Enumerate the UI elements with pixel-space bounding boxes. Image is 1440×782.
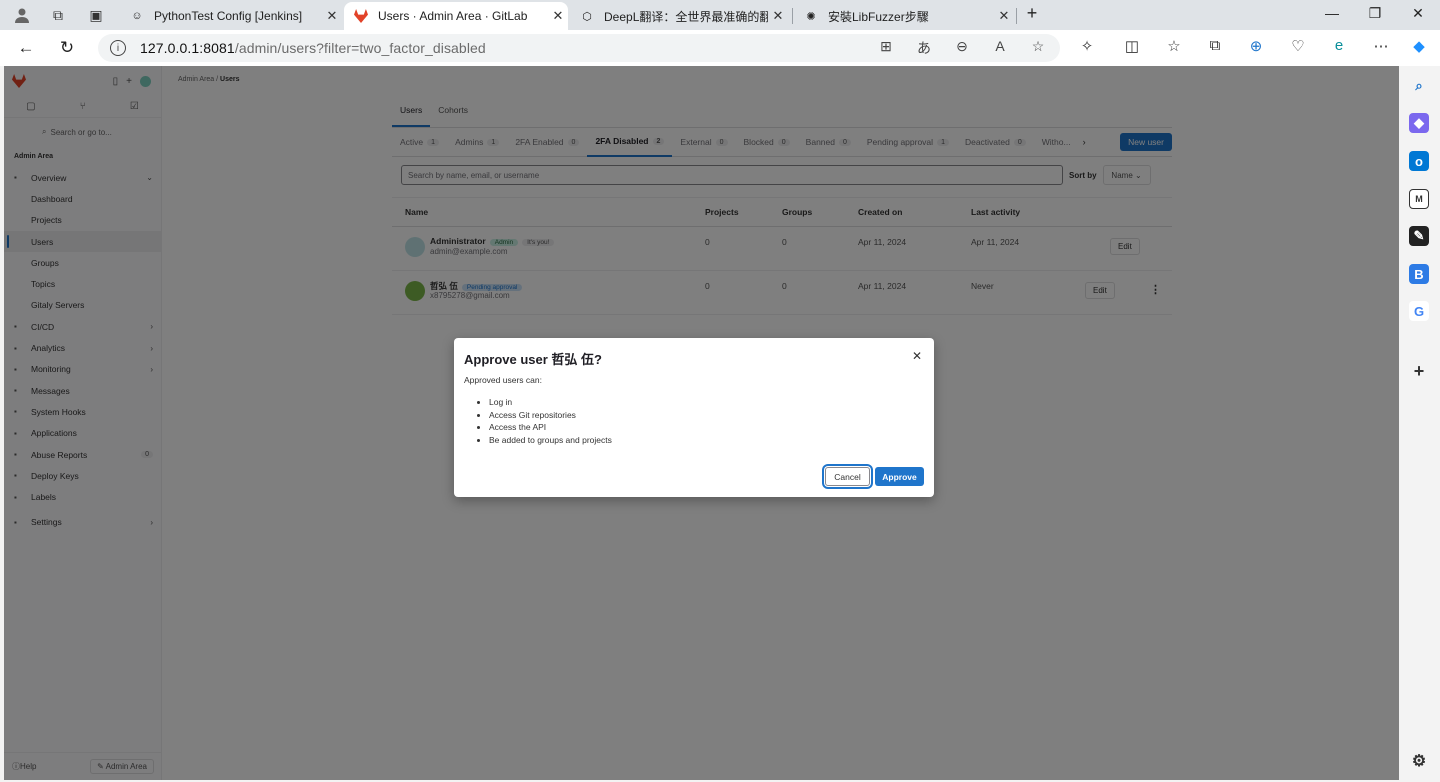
split-screen-icon[interactable]: ◫: [1121, 37, 1143, 55]
close-tab-icon[interactable]: ✕: [994, 8, 1014, 24]
chatgpt-favicon-icon: ✺: [806, 10, 816, 23]
copilot-sidebar-icon[interactable]: ◆: [1409, 113, 1429, 133]
notebook-icon[interactable]: ✎: [1409, 226, 1429, 246]
modal-intro: Approved users can:: [464, 375, 542, 385]
deepl-favicon-icon: ⬡: [582, 10, 592, 23]
close-tab-icon[interactable]: ✕: [768, 8, 788, 24]
gitlab-page: ▯ + ▢ ⑂ ☑ ⌕ Search or go to... Admin Are…: [4, 66, 1399, 780]
add-sidebar-app-icon[interactable]: +: [1409, 361, 1429, 381]
restore-icon[interactable]: ❐: [1365, 5, 1385, 22]
tab-deepl[interactable]: ⬡ DeepL翻译：全世界最准确的翻译 ✕: [570, 2, 788, 30]
tab-separator: [792, 8, 793, 24]
copilot-icon[interactable]: ◆: [1408, 37, 1430, 55]
tab-jenkins[interactable]: ☺ PythonTest Config [Jenkins] ✕: [120, 2, 342, 30]
tab-title: Users · Admin Area · GitLab: [378, 9, 528, 23]
list-item: Log in: [489, 396, 612, 409]
read-aloud-icon[interactable]: A: [990, 38, 1010, 58]
more-menu-icon[interactable]: ⋯: [1370, 37, 1392, 55]
close-window-icon[interactable]: ✕: [1408, 5, 1428, 22]
search-icon[interactable]: ⌕: [1409, 76, 1429, 96]
vertical-tabs-icon[interactable]: ▣: [86, 5, 106, 25]
downloads-icon[interactable]: ⊕: [1245, 37, 1267, 55]
outlook-icon[interactable]: o: [1409, 151, 1429, 171]
url-field[interactable]: i 127.0.0.1:8081/admin/users?filter=two_…: [98, 34, 1060, 62]
cancel-button[interactable]: Cancel: [825, 467, 870, 486]
collections-icon[interactable]: ⧉: [1204, 37, 1226, 54]
google-icon[interactable]: G: [1409, 301, 1429, 321]
browser-essentials-icon[interactable]: ♡: [1287, 37, 1309, 55]
favorite-star-icon[interactable]: ☆: [1028, 38, 1048, 58]
close-icon[interactable]: ✕: [912, 349, 922, 363]
list-item: Access Git repositories: [489, 409, 612, 422]
translate-icon[interactable]: あ: [914, 38, 934, 58]
tab-title: 安裝LibFuzzer步驟: [828, 9, 929, 24]
memory-icon[interactable]: M: [1409, 189, 1429, 209]
minimize-icon[interactable]: —: [1322, 5, 1342, 21]
gitlab-favicon-icon: [354, 9, 368, 23]
site-info-icon[interactable]: i: [110, 40, 126, 56]
refresh-icon[interactable]: ↻: [56, 37, 78, 59]
address-bar-row: ← ↻ i 127.0.0.1:8081/admin/users?filter=…: [0, 30, 1440, 66]
tab-separator: [1016, 8, 1017, 24]
tab-gitlab-users[interactable]: Users · Admin Area · GitLab ✕: [344, 2, 568, 30]
bing-icon[interactable]: B: [1409, 264, 1429, 284]
close-tab-icon[interactable]: ✕: [548, 8, 568, 24]
tab-title: DeepL翻译：全世界最准确的翻译: [604, 9, 768, 24]
edge-icon[interactable]: e: [1328, 37, 1350, 54]
approve-button[interactable]: Approve: [875, 467, 924, 486]
gear-icon[interactable]: ⚙: [1409, 751, 1429, 771]
tab-title: PythonTest Config [Jenkins]: [154, 9, 303, 23]
edge-sidebar: ⌕ ◆ o M ✎ B G + ⚙: [1399, 66, 1440, 782]
favorites-icon[interactable]: ☆: [1163, 37, 1185, 55]
tab-libfuzzer[interactable]: ✺ 安裝LibFuzzer步驟 ✕: [794, 2, 1014, 30]
list-item: Be added to groups and projects: [489, 434, 612, 447]
extensions-icon[interactable]: ✧: [1076, 37, 1098, 55]
permissions-list: Log in Access Git repositories Access th…: [489, 396, 612, 447]
browser-tab-strip: ⧉ ▣ ☺ PythonTest Config [Jenkins] ✕ User…: [0, 0, 1440, 30]
jenkins-favicon-icon: ☺: [131, 10, 143, 22]
zoom-icon[interactable]: ⊖: [952, 38, 972, 58]
new-tab-icon[interactable]: +: [1022, 3, 1042, 24]
modal-title: Approve user 哲弘 伍?: [464, 352, 602, 367]
approve-user-modal: Approve user 哲弘 伍? ✕ Approved users can:…: [454, 338, 934, 497]
app-available-icon[interactable]: ⊞: [876, 38, 896, 58]
close-tab-icon[interactable]: ✕: [322, 8, 342, 24]
list-item: Access the API: [489, 421, 612, 434]
url-text: 127.0.0.1:8081/admin/users?filter=two_fa…: [140, 40, 486, 56]
back-icon[interactable]: ←: [15, 37, 37, 59]
workspaces-icon[interactable]: ⧉: [48, 5, 68, 25]
profile-icon[interactable]: [12, 5, 32, 25]
